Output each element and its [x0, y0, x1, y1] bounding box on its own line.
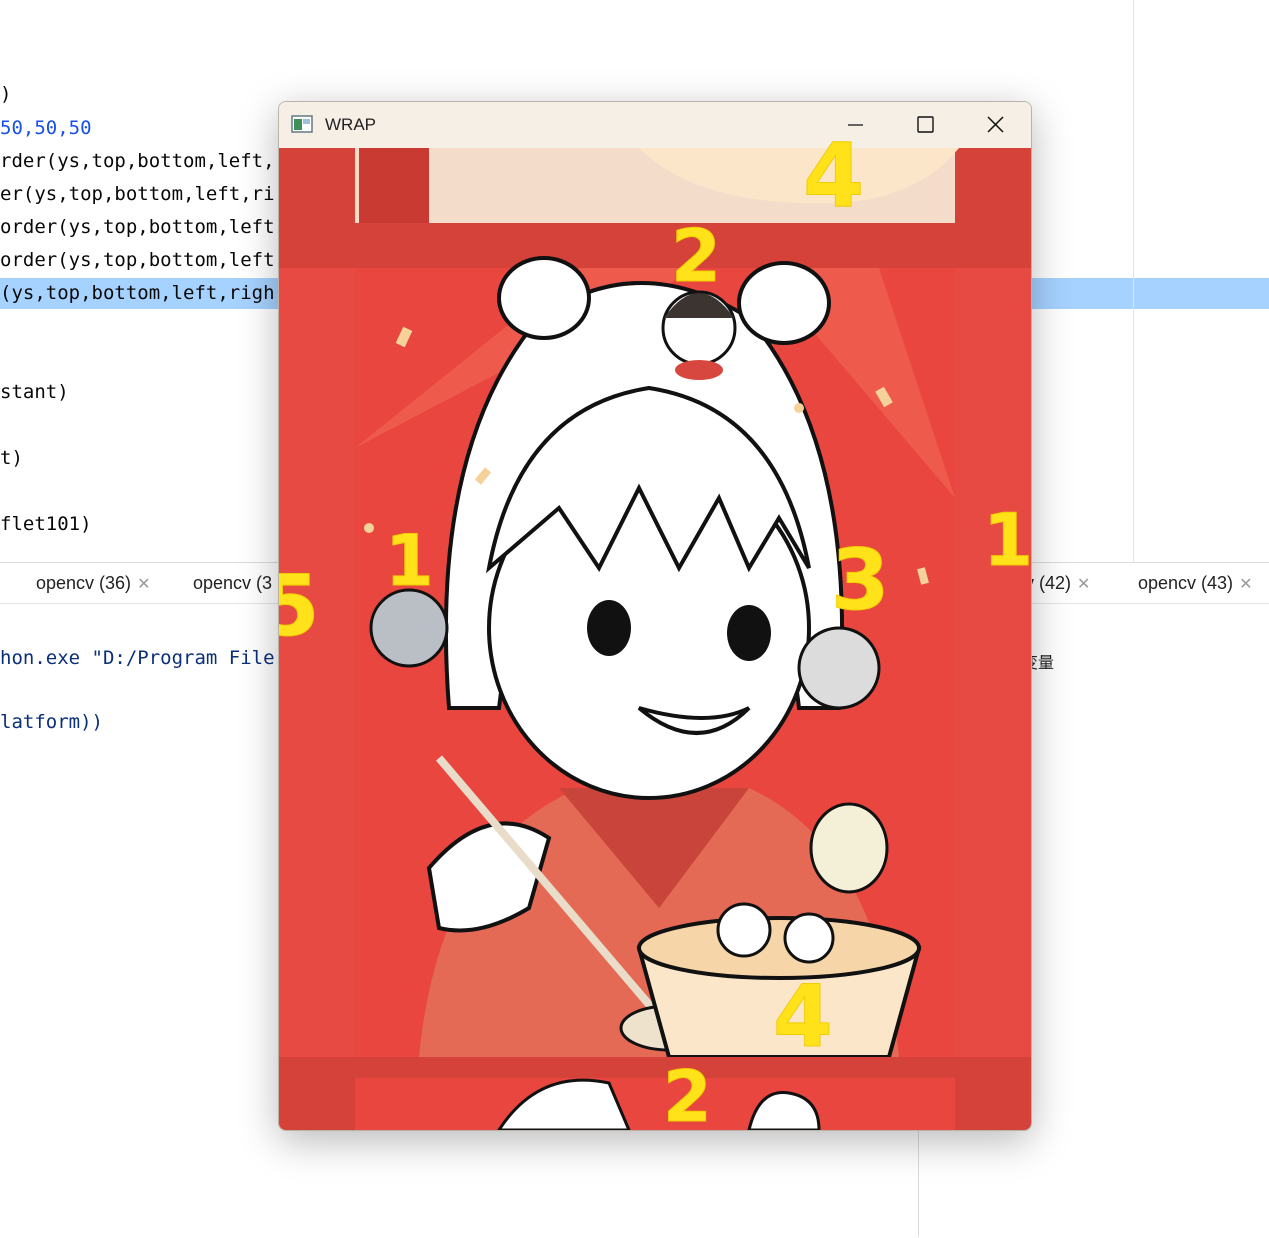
close-icon — [987, 116, 1004, 133]
annotation-label: 4 — [773, 967, 834, 1067]
annotation-label: 5 — [279, 564, 320, 649]
close-button[interactable] — [965, 102, 1025, 148]
code-line-selected[interactable]: (ys,top,bottom,left,righ — [0, 277, 275, 310]
app-icon — [291, 115, 313, 133]
close-icon[interactable]: ✕ — [137, 576, 150, 593]
annotation-label: 2 — [670, 214, 722, 298]
code-line[interactable]: flet101) — [0, 508, 92, 541]
run-tab[interactable]: opencv (36) ✕ — [36, 563, 150, 603]
run-tab-label: opencv (36) — [36, 573, 132, 593]
code-line[interactable]: er(ys,top,bottom,left,ri — [0, 178, 275, 211]
console-line: hon.exe "D:/Program File — [0, 647, 275, 669]
code-line[interactable]: order(ys,top,bottom,left — [0, 211, 275, 244]
maximize-button[interactable] — [895, 102, 955, 148]
run-tab[interactable]: v (42) ✕ — [1025, 563, 1090, 603]
annotation-label: 4 — [802, 124, 865, 227]
close-icon[interactable]: ✕ — [1077, 576, 1090, 593]
code-line[interactable]: t) — [0, 442, 23, 475]
console-line: latform)) — [0, 711, 103, 733]
wrap-window[interactable]: WRAP 4 2 1 3 1 4 2 — [278, 101, 1032, 1131]
wrapped-image[interactable] — [279, 148, 1031, 1130]
code-line[interactable]: ) — [0, 78, 11, 111]
code-line[interactable]: 50,50,50 — [0, 112, 92, 145]
right-margin-guide — [1133, 0, 1134, 562]
run-tab[interactable]: opencv (43) ✕ — [1138, 563, 1252, 603]
run-tab-label: opencv (3 — [193, 573, 273, 593]
window-title: WRAP — [325, 115, 376, 134]
close-icon[interactable]: ✕ — [1239, 576, 1252, 593]
run-tab[interactable]: opencv (3 — [193, 563, 272, 603]
panel-divider — [918, 1130, 919, 1237]
code-line[interactable]: stant) — [0, 376, 69, 409]
annotation-label: 1 — [385, 520, 435, 602]
annotation-label: 1 — [982, 498, 1032, 582]
maximize-icon — [917, 116, 934, 133]
code-line[interactable]: rder(ys,top,bottom,left, — [0, 145, 275, 178]
annotation-label: 2 — [663, 1056, 713, 1131]
annotation-label: 3 — [830, 531, 890, 629]
run-tab-label: opencv (43) — [1138, 573, 1234, 593]
window-titlebar[interactable]: WRAP — [279, 102, 1031, 148]
code-line[interactable]: order(ys,top,bottom,left — [0, 244, 275, 277]
